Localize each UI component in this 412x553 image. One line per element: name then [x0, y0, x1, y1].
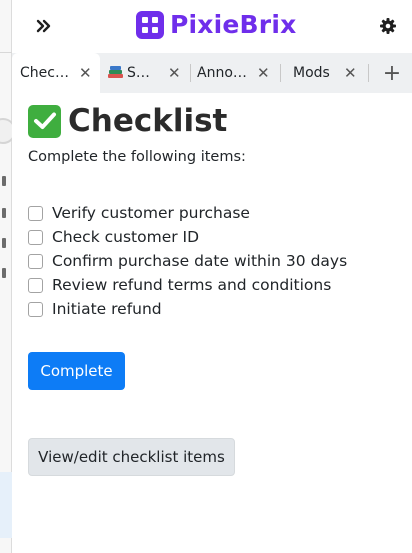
tab-bar: Chec… ✕ S… ✕ Anno… ✕ Mods ✕ +	[12, 53, 412, 93]
divider	[0, 52, 12, 53]
item-label: Verify customer purchase	[52, 204, 250, 222]
item-checkbox[interactable]	[28, 253, 43, 269]
checklist-title: Checklist	[68, 103, 228, 139]
close-tab-icon[interactable]: ✕	[168, 64, 181, 82]
page-title: Checklist	[28, 103, 227, 139]
checklist-subtitle: Complete the following items:	[28, 149, 246, 165]
complete-button[interactable]: Complete	[28, 352, 125, 390]
tab-divider	[368, 64, 369, 82]
item-label: Check customer ID	[52, 228, 200, 246]
list-item: Confirm purchase date within 30 days	[28, 249, 347, 273]
host-page-sliver	[0, 0, 16, 553]
tab-label: Mods	[293, 65, 330, 81]
tab-label: S…	[127, 65, 150, 81]
text-fragment	[2, 268, 6, 278]
plus-icon: +	[382, 60, 402, 86]
list-item: Initiate refund	[28, 297, 347, 321]
tab-divider	[190, 64, 191, 82]
item-label: Initiate refund	[52, 300, 162, 318]
tab-label: Chec…	[20, 65, 69, 81]
item-label: Review refund terms and conditions	[52, 276, 332, 294]
list-item: Check customer ID	[28, 225, 347, 249]
item-checkbox[interactable]	[28, 277, 43, 293]
brand-name: PixieBrix	[170, 10, 297, 39]
text-fragment	[2, 238, 6, 248]
collapse-sidebar-button[interactable]	[34, 15, 54, 37]
checklist-items: Verify customer purchase Check customer …	[28, 201, 347, 321]
settings-button[interactable]	[378, 16, 398, 36]
close-tab-icon[interactable]: ✕	[79, 64, 92, 82]
gear-icon	[380, 18, 396, 34]
books-icon	[108, 66, 123, 80]
close-tab-icon[interactable]: ✕	[344, 64, 357, 82]
double-chevron-right-icon	[36, 19, 51, 33]
close-tab-icon[interactable]: ✕	[257, 64, 270, 82]
edit-checklist-button[interactable]: View/edit checklist items	[28, 438, 235, 476]
text-fragment	[2, 208, 6, 218]
highlighted-row	[0, 472, 12, 538]
item-checkbox[interactable]	[28, 301, 43, 317]
list-item: Review refund terms and conditions	[28, 273, 347, 297]
check-mark-icon	[28, 104, 61, 138]
item-checkbox[interactable]	[28, 205, 43, 221]
sidebar-header: PixieBrix	[12, 0, 412, 53]
tab-divider	[280, 64, 281, 82]
pixiebrix-logo-icon	[136, 10, 164, 39]
tab-label: Anno…	[197, 65, 247, 81]
pixiebrix-logo: PixieBrix	[136, 10, 296, 39]
tab-annotations[interactable]: Anno… ✕	[197, 53, 279, 93]
list-item: Verify customer purchase	[28, 201, 347, 225]
add-tab-button[interactable]: +	[382, 60, 402, 86]
panel-content: Checklist Complete the following items: …	[12, 93, 412, 553]
tab-mods[interactable]: Mods ✕	[293, 53, 367, 93]
tab-second[interactable]: S… ✕	[108, 53, 190, 93]
tab-checklist[interactable]: Chec… ✕	[12, 53, 100, 93]
text-fragment	[2, 176, 6, 186]
item-label: Confirm purchase date within 30 days	[52, 252, 348, 270]
item-checkbox[interactable]	[28, 229, 43, 245]
